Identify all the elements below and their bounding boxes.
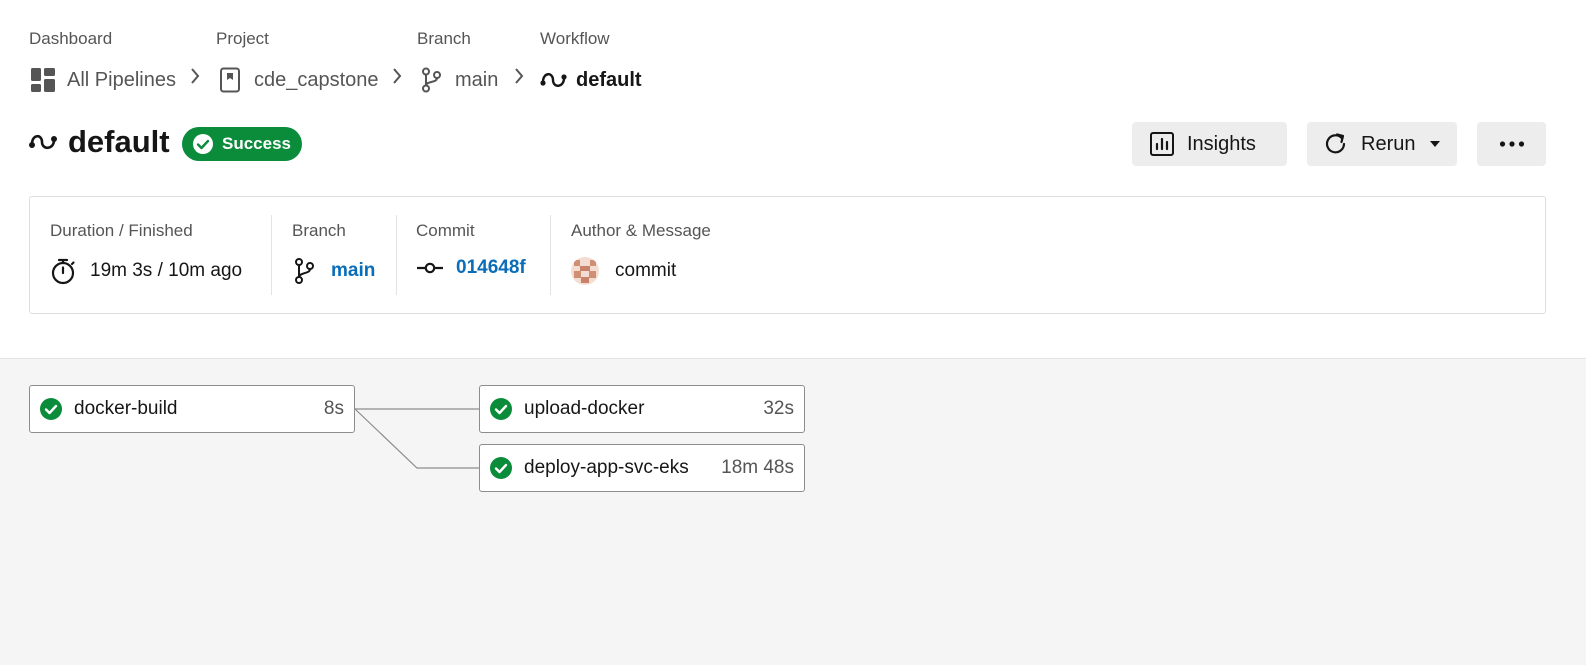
success-icon [490, 398, 512, 420]
connector-line [354, 408, 479, 469]
job-upload-docker[interactable]: upload-docker 32s [479, 385, 805, 433]
job-duration: 8s [323, 398, 344, 419]
job-name: upload-docker [524, 398, 645, 419]
job-name: deploy-app-svc-eks [524, 457, 689, 478]
job-docker-build[interactable]: docker-build 8s [29, 385, 355, 433]
job-deploy-app-svc-eks[interactable]: deploy-app-svc-eks 18m 48s [479, 444, 805, 492]
job-connectors [354, 408, 479, 469]
success-icon [40, 398, 62, 420]
success-icon [490, 457, 512, 479]
job-duration: 18m 48s [721, 457, 794, 478]
job-name: docker-build [74, 398, 178, 419]
job-duration: 32s [763, 398, 794, 419]
